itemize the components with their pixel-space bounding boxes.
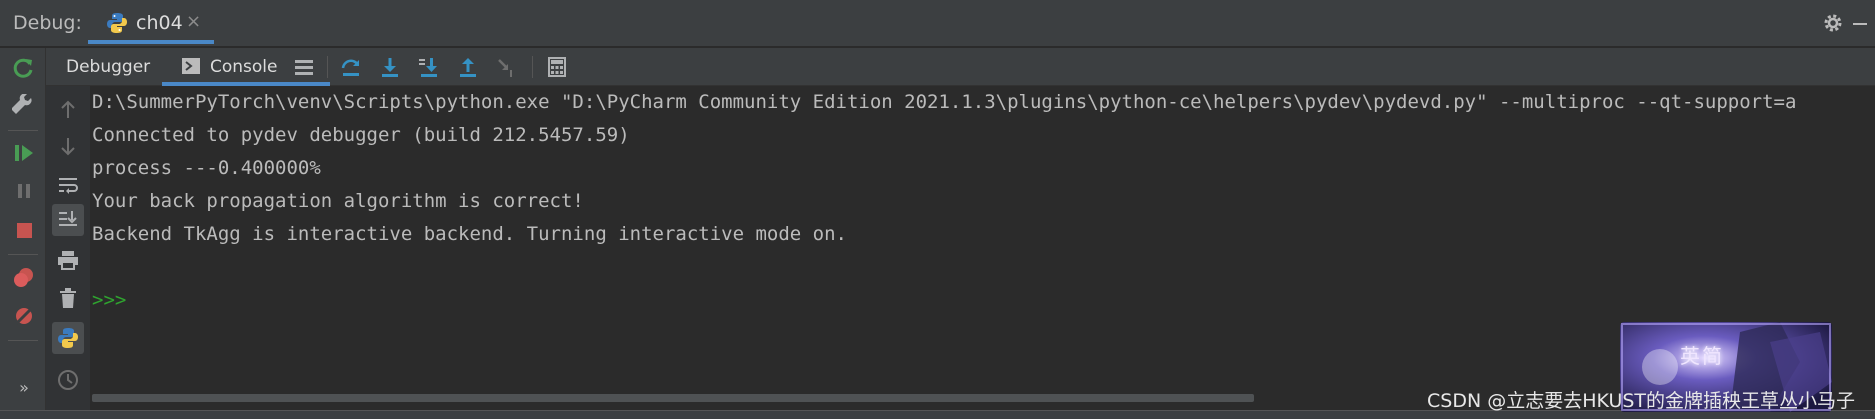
tab-debugger[interactable]: Debugger [66, 48, 150, 86]
console-line: process ---0.400000% [92, 157, 321, 179]
debug-label: Debug: [13, 12, 82, 34]
csdn-watermark: CSDN @立志要去HKUST的金牌插秧王草丛小马子 [1427, 390, 1856, 412]
stop-icon[interactable] [12, 218, 36, 242]
tab-label: ch04 [136, 12, 183, 34]
python-console-icon[interactable] [56, 326, 80, 350]
pause-icon[interactable] [12, 179, 36, 203]
debug-titlebar: Debug: ch04 × [0, 0, 1875, 47]
resume-icon[interactable] [12, 141, 36, 165]
tab-ch04[interactable]: ch04 × [88, 0, 214, 44]
separator [327, 56, 328, 78]
scrollbar-thumb[interactable] [92, 394, 1254, 402]
python-icon [106, 12, 128, 38]
console-line: Backend TkAgg is interactive backend. Tu… [92, 223, 847, 245]
minimize-icon[interactable] [1853, 23, 1867, 25]
up-arrow-icon[interactable] [56, 98, 80, 122]
tab-console[interactable]: Console [210, 48, 278, 86]
evaluate-icon[interactable] [546, 56, 568, 78]
step-into-my-code-icon[interactable] [418, 56, 440, 78]
clear-icon[interactable] [56, 286, 80, 310]
print-icon[interactable] [56, 248, 80, 272]
view-breakpoints-icon[interactable] [12, 265, 36, 289]
scroll-to-end-icon[interactable] [56, 208, 80, 232]
close-icon[interactable]: × [186, 11, 201, 32]
console-line: Connected to pydev debugger (build 212.5… [92, 124, 630, 146]
gear-icon[interactable] [1822, 12, 1844, 38]
soft-wrap-icon[interactable] [56, 174, 80, 198]
more-icon[interactable]: » [12, 378, 36, 402]
ad-text: 英简 [1680, 344, 1724, 368]
step-over-icon[interactable] [340, 56, 362, 78]
layout-icon[interactable] [293, 56, 315, 78]
debug-toolbar: Debugger Console [46, 48, 1875, 86]
console-line: Your back propagation algorithm is corre… [92, 190, 584, 212]
separator [8, 340, 38, 341]
console-output[interactable]: D:\SummerPyTorch\venv\Scripts\python.exe… [90, 86, 1875, 392]
console-gutter [46, 86, 90, 410]
step-into-icon[interactable] [379, 56, 401, 78]
run-to-cursor-icon[interactable] [496, 56, 518, 78]
separator [8, 130, 38, 131]
debug-side-toolbar: » [0, 48, 46, 410]
mute-breakpoints-icon[interactable] [12, 304, 36, 328]
console-icon [182, 57, 200, 75]
console-prompt[interactable]: >>> [92, 289, 126, 311]
active-tab-indicator [88, 40, 214, 44]
separator [8, 254, 38, 255]
step-out-icon[interactable] [457, 56, 479, 78]
history-icon[interactable] [56, 368, 80, 392]
rerun-icon[interactable] [12, 56, 36, 80]
down-arrow-icon[interactable] [56, 134, 80, 158]
wrench-icon[interactable] [11, 93, 36, 118]
console-line: D:\SummerPyTorch\venv\Scripts\python.exe… [92, 91, 1797, 113]
separator [532, 56, 533, 78]
